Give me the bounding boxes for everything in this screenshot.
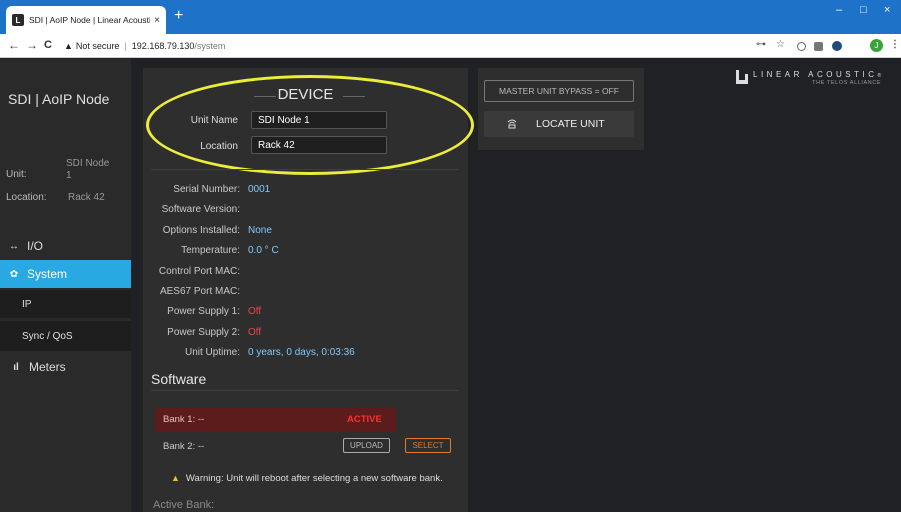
tab-title: SDI | AoIP Node | Linear Acoustic	[29, 15, 151, 25]
page: SDI | AoIP Node Unit: SDI Node 1 Locatio…	[0, 59, 901, 512]
sidebar-item-label: Meters	[29, 360, 66, 374]
back-icon[interactable]: ←	[8, 38, 20, 52]
location-field-label: Location	[200, 141, 238, 152]
info-label: Control Port MAC:	[158, 266, 240, 277]
info-label: Unit Uptime:	[184, 347, 240, 358]
logo-mark-icon	[736, 70, 748, 84]
key-icon[interactable]: ⊶	[756, 39, 766, 50]
software-title: Software	[151, 371, 207, 387]
extension-globe-icon[interactable]	[832, 41, 842, 51]
sidebar: SDI | AoIP Node Unit: SDI Node 1 Locatio…	[0, 59, 131, 512]
unit-name-label: Unit Name	[190, 115, 238, 126]
url-separator: |	[124, 41, 127, 51]
select-button[interactable]: SELECT	[405, 438, 451, 453]
new-tab-button[interactable]: +	[174, 8, 183, 24]
master-bypass-button[interactable]: MASTER UNIT BYPASS = OFF	[484, 80, 634, 102]
sidebar-item-label: IP	[22, 298, 32, 310]
info-label: Power Supply 1:	[167, 306, 240, 317]
linear-acoustic-logo: LINEAR ACOUSTIC® THE TELOS ALLIANCE	[736, 70, 881, 86]
bank1-label: Bank 1: --	[163, 414, 205, 425]
arrows-icon: ↔	[9, 240, 19, 252]
warning-text: Warning: Unit will reboot after selectin…	[185, 473, 443, 484]
url-host: 192.168.79.130	[131, 41, 195, 51]
extension-circle-icon[interactable]	[797, 42, 806, 51]
active-bank-label: Active Bank:	[153, 499, 215, 511]
info-label: Software Version:	[161, 204, 240, 215]
window-close-icon[interactable]: ×	[884, 4, 890, 16]
bar-chart-icon: ıl	[13, 361, 19, 373]
info-value: Off	[248, 327, 262, 338]
unit-name-input[interactable]	[251, 111, 387, 129]
bank2-label: Bank 2: --	[163, 441, 205, 452]
sidebar-item-meters[interactable]: ıl Meters	[0, 356, 131, 378]
info-label: AES67 Port MAC:	[159, 286, 240, 297]
sidebar-item-sync-qos[interactable]: Sync / QoS	[0, 321, 131, 351]
logo-main-text: LINEAR ACOUSTIC®	[753, 70, 882, 79]
sidebar-item-system[interactable]: ✿ System	[0, 260, 131, 288]
antenna-icon	[506, 117, 518, 132]
app-title: SDI | AoIP Node	[8, 91, 110, 107]
browser-tab[interactable]: L SDI | AoIP Node | Linear Acoustic ×	[6, 6, 166, 34]
location-value: Rack 42	[68, 192, 105, 203]
locate-unit-button[interactable]: LOCATE UNIT	[484, 111, 634, 137]
section-divider	[151, 169, 459, 170]
location-input[interactable]	[251, 136, 387, 154]
sidebar-item-ip[interactable]: IP	[0, 290, 131, 318]
info-label: Temperature:	[181, 245, 240, 256]
device-panel: DEVICE Unit Name Location Serial Number:…	[143, 68, 474, 512]
title-rule-right	[343, 96, 365, 97]
bookmark-star-icon[interactable]: ☆	[776, 39, 785, 50]
favicon-icon: L	[12, 14, 24, 26]
address-bar: ← → C ▲ Not secure | 192.168.79.130 /sys…	[0, 34, 901, 58]
info-label: Serial Number:	[173, 184, 240, 195]
security-warning-icon: ▲	[64, 41, 73, 51]
sidebar-item-label: I/O	[27, 239, 44, 253]
info-label: Power Supply 2:	[167, 327, 240, 338]
locate-unit-label: LOCATE UNIT	[536, 118, 605, 130]
info-value: 0 years, 0 days, 0:03:36	[248, 347, 355, 358]
browser-menu-icon[interactable]: ⋮	[890, 39, 900, 50]
unit-value: SDI Node 1	[66, 158, 110, 181]
location-label: Location:	[6, 192, 47, 203]
sidebar-item-io[interactable]: ↔ I/O	[0, 235, 131, 257]
info-value: 0.0 ° C	[248, 245, 279, 256]
info-label: Options Installed:	[162, 225, 240, 236]
sidebar-item-label: System	[27, 267, 68, 281]
minimize-icon[interactable]: –	[836, 4, 842, 16]
security-label: Not secure	[75, 41, 120, 51]
device-title: DEVICE	[277, 86, 334, 103]
url-field[interactable]: ▲ Not secure | 192.168.79.130 /system	[64, 37, 754, 55]
browser-tab-bar: L SDI | AoIP Node | Linear Acoustic × + …	[0, 0, 901, 34]
bank1-active-badge: ACTIVE	[347, 414, 382, 425]
url-path: /system	[194, 41, 226, 51]
section-divider	[151, 390, 459, 391]
gear-icon: ✿	[9, 268, 19, 280]
bank1-row: Bank 1: -- ACTIVE	[155, 408, 396, 432]
maximize-icon[interactable]: □	[860, 4, 867, 16]
info-value: None	[248, 225, 272, 236]
unit-label: Unit:	[6, 169, 27, 180]
info-value: 0001	[248, 184, 271, 195]
reboot-warning: ▲ Warning: Unit will reboot after selecti…	[171, 473, 443, 484]
logo-sub-text: THE TELOS ALLIANCE	[812, 80, 882, 86]
info-value: Off	[248, 306, 262, 317]
actions-panel: MASTER UNIT BYPASS = OFF LOCATE UNIT	[478, 68, 644, 150]
reload-icon[interactable]: C	[44, 39, 52, 51]
upload-button[interactable]: UPLOAD	[343, 438, 390, 453]
extension-shield-icon[interactable]	[814, 42, 823, 51]
sidebar-item-label: Sync / QoS	[22, 330, 73, 342]
tab-close-icon[interactable]: ×	[154, 15, 160, 26]
forward-icon[interactable]: →	[26, 38, 38, 52]
warning-icon: ▲	[171, 473, 180, 483]
profile-avatar[interactable]: J	[870, 39, 883, 52]
